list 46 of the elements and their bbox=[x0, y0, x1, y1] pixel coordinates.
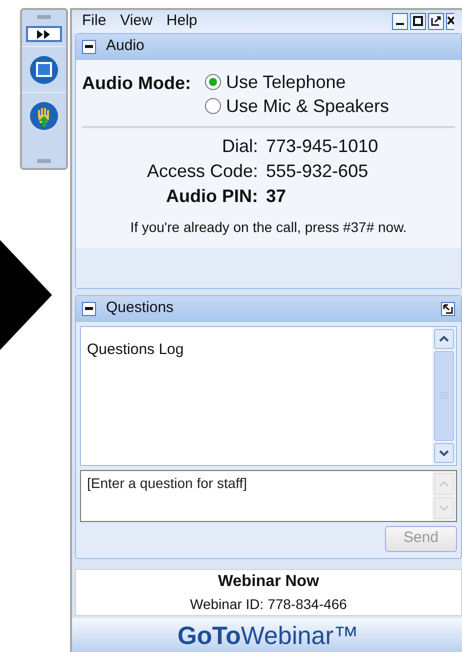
caret-up-icon[interactable] bbox=[439, 336, 449, 342]
menu-item[interactable]: Help bbox=[166, 10, 198, 32]
caret-down-icon[interactable] bbox=[439, 450, 449, 456]
grip-icon[interactable] bbox=[440, 392, 448, 399]
radio-button[interactable] bbox=[204, 98, 221, 114]
expand-button[interactable] bbox=[26, 26, 62, 42]
menu-item[interactable]: File bbox=[82, 10, 106, 32]
call-instruction: If you're already on the call, press #37# now. bbox=[129, 218, 408, 237]
popout-icon bbox=[431, 16, 441, 26]
detail-label: Access Code: bbox=[146, 160, 258, 182]
detail-label: Dial: bbox=[220, 134, 258, 158]
maximize-icon bbox=[413, 16, 423, 26]
maximize-button[interactable] bbox=[410, 12, 426, 30]
undock-icon bbox=[443, 304, 453, 314]
collapse-button[interactable] bbox=[82, 40, 96, 54]
popout-button[interactable] bbox=[428, 12, 444, 30]
webinar-title: Webinar Now bbox=[218, 572, 320, 592]
minus-icon bbox=[85, 307, 93, 310]
radio-label[interactable]: Use Mic & Speakers bbox=[226, 94, 390, 118]
detail-label: Audio PIN: bbox=[165, 184, 258, 208]
undock-button[interactable] bbox=[441, 302, 455, 316]
detail-value: 773-945-1010 bbox=[266, 134, 380, 158]
panel-title: Questions bbox=[106, 298, 174, 318]
detail-value: 555-932-605 bbox=[266, 160, 370, 182]
minus-icon bbox=[85, 45, 93, 48]
scrollbar[interactable] bbox=[432, 326, 456, 464]
detail-value: 37 bbox=[266, 184, 288, 208]
panel-title: Audio bbox=[106, 36, 144, 56]
radio-label[interactable]: Use Telephone bbox=[226, 70, 346, 94]
close-icon bbox=[447, 16, 454, 26]
menu-item[interactable]: View bbox=[120, 10, 152, 32]
pointer-arrow-icon bbox=[0, 240, 52, 350]
close-button[interactable] bbox=[446, 12, 454, 30]
radio-button[interactable] bbox=[204, 74, 221, 90]
collapse-button[interactable] bbox=[82, 302, 96, 316]
logo: GoToWebinar™ bbox=[177, 620, 359, 652]
minimize-icon bbox=[396, 23, 404, 26]
questions-log-text: Questions Log bbox=[87, 340, 184, 358]
audio-mode-label: Audio Mode: bbox=[82, 72, 191, 94]
grip-icon bbox=[37, 159, 51, 163]
raise-hand-icon[interactable] bbox=[29, 100, 59, 130]
screen-icon[interactable] bbox=[29, 54, 59, 84]
grip-icon bbox=[37, 15, 51, 19]
fast-forward-icon bbox=[37, 30, 51, 38]
minimize-button[interactable] bbox=[392, 12, 408, 30]
webinar-id: Webinar ID: 778-834-466 bbox=[190, 594, 347, 614]
